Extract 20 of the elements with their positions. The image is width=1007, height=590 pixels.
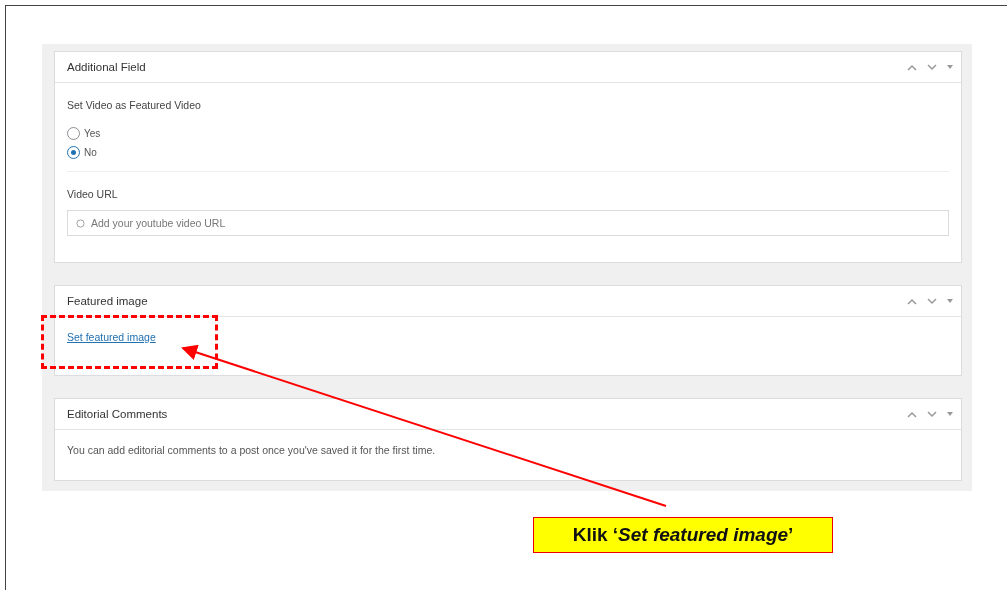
caret-down-icon[interactable] — [947, 65, 953, 69]
chevron-down-icon[interactable] — [927, 297, 937, 305]
chevron-down-icon[interactable] — [927, 410, 937, 418]
panel-title: Editorial Comments — [67, 408, 168, 420]
chevron-up-icon[interactable] — [907, 297, 917, 305]
chevron-up-icon[interactable] — [907, 63, 917, 71]
panel-description: You can add editorial comments to a post once you've saved it for the first time. — [67, 443, 437, 458]
callout-label: Klik ‘Set featured image’ — [533, 517, 833, 553]
chevron-up-icon[interactable] — [907, 410, 917, 418]
caret-down-icon[interactable] — [947, 412, 953, 416]
url-input-field[interactable]: Add your youtube video URL — [67, 210, 949, 236]
radio-option[interactable]: No — [67, 146, 949, 159]
set-featured-image-link[interactable]: Set featured image — [67, 317, 156, 375]
panel-title: Featured image — [67, 295, 148, 307]
caret-down-icon[interactable] — [947, 299, 953, 303]
panel-title: Additional Field — [67, 61, 146, 73]
radio-option[interactable]: Yes — [67, 127, 949, 140]
field-label: Video URL — [67, 188, 119, 200]
field-label: Set Video as Featured Video — [67, 99, 202, 111]
chevron-down-icon[interactable] — [927, 63, 937, 71]
